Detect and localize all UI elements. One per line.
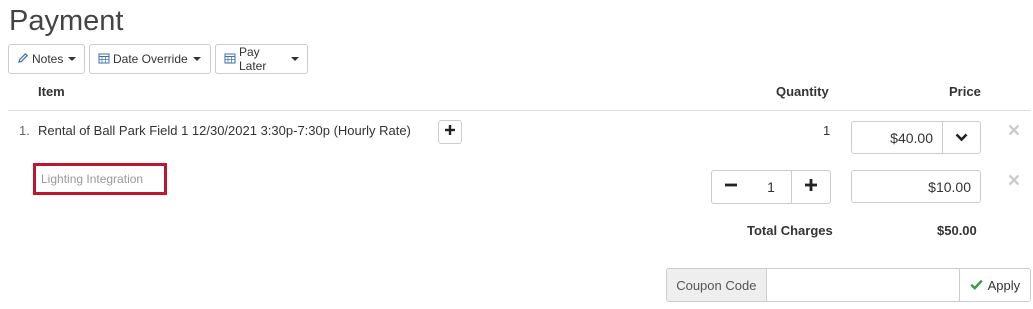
chevron-down-icon (955, 129, 968, 147)
header-divider (8, 110, 1031, 111)
addon-price-value: $10.00 (928, 178, 971, 195)
date-override-label: Date Override (113, 52, 188, 66)
row-index: 1. (19, 123, 30, 138)
addon-quantity-field[interactable]: 1 (750, 170, 792, 204)
row-quantity: 1 (823, 123, 831, 138)
price-dropdown-button[interactable] (942, 121, 981, 154)
caret-down-icon (68, 57, 77, 61)
column-header-item: Item (38, 84, 65, 99)
caret-down-icon (192, 57, 201, 61)
column-header-price: Price (949, 84, 981, 99)
pencil-icon (17, 52, 29, 67)
add-item-button[interactable] (438, 120, 462, 144)
plus-icon (804, 178, 818, 197)
checkmark-icon (969, 278, 983, 293)
remove-addon-button[interactable] (1008, 171, 1020, 189)
calendar-icon (224, 52, 236, 67)
decrease-quantity-button[interactable] (711, 170, 751, 204)
row-price-field[interactable]: $40.00 (851, 121, 943, 154)
date-override-button[interactable]: Date Override (89, 44, 211, 74)
apply-label: Apply (987, 277, 1021, 293)
minus-icon (724, 178, 738, 197)
lighting-integration-input[interactable]: Lighting Integration (33, 163, 167, 195)
notes-button[interactable]: Notes (8, 44, 85, 74)
close-icon (1008, 170, 1020, 190)
coupon-code-label: Coupon Code (667, 269, 767, 301)
pay-later-label: Pay Later (239, 45, 267, 73)
total-charges-value: $50.00 (937, 223, 977, 238)
remove-row-button[interactable] (1008, 121, 1020, 139)
coupon-code-input[interactable] (766, 269, 959, 301)
row-description: Rental of Ball Park Field 1 12/30/2021 3… (38, 123, 411, 138)
addon-price-field[interactable]: $10.00 (851, 170, 981, 203)
coupon-group: Coupon Code Apply (666, 268, 1031, 302)
notes-label: Notes (32, 52, 64, 66)
plus-icon (444, 123, 456, 141)
calendar-icon (98, 52, 110, 67)
lighting-integration-placeholder: Lighting Integration (41, 172, 144, 186)
addon-quantity-value: 1 (767, 179, 775, 195)
close-icon (1008, 120, 1020, 140)
column-header-quantity: Quantity (776, 84, 829, 99)
row-price-value: $40.00 (890, 129, 933, 146)
increase-quantity-button[interactable] (791, 170, 831, 204)
page-title: Payment (9, 5, 124, 37)
caret-down-icon (291, 57, 299, 61)
total-charges-label: Total Charges (747, 223, 833, 238)
apply-coupon-button[interactable]: Apply (958, 269, 1030, 301)
pay-later-button[interactable]: Pay Later (215, 44, 308, 74)
